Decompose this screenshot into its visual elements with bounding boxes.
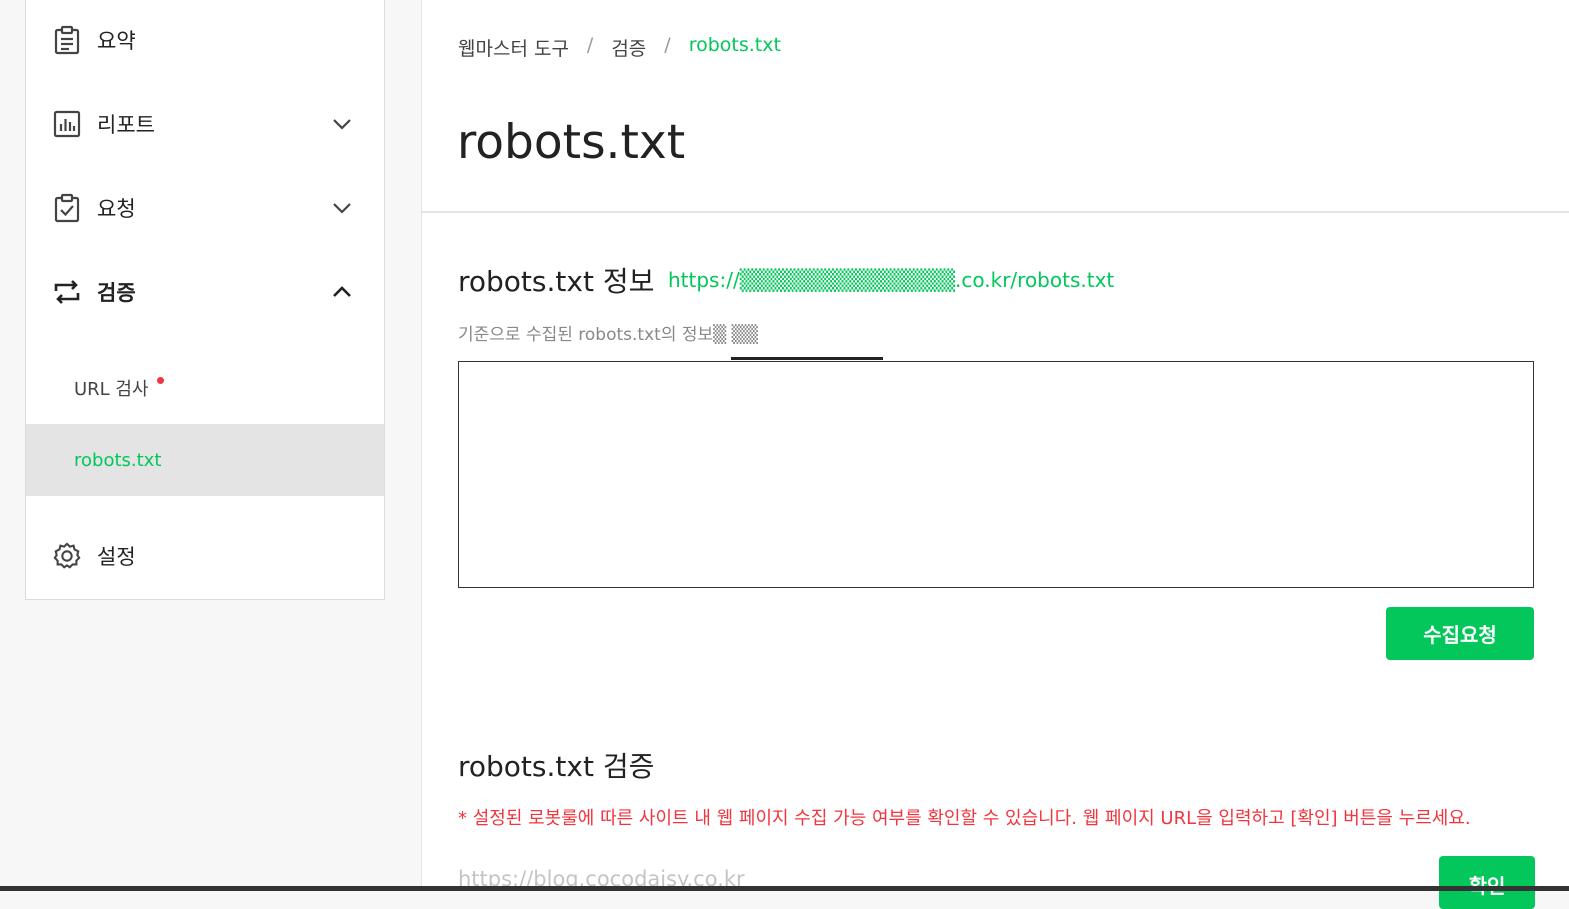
- breadcrumb: 웹마스터 도구 / 검증 / robots.txt: [458, 34, 781, 61]
- verify-notice: * 설정된 로봇룰에 따른 사이트 내 웹 페이지 수집 가능 여부를 확인할 …: [458, 808, 1471, 829]
- nav-label-report: 리포트: [97, 113, 155, 137]
- chevron-up-icon: [330, 280, 354, 304]
- main-content: 웹마스터 도구 / 검증 / robots.txt robots.txt rob…: [421, 0, 1569, 909]
- nav-label-settings: 설정: [97, 545, 136, 569]
- nav-label-summary: 요약: [97, 29, 136, 53]
- sub-label-robots: robots.txt: [74, 449, 162, 471]
- chevron-down-icon: [330, 112, 354, 136]
- verify-section-title: robots.txt 검증: [458, 750, 655, 783]
- breadcrumb-separator: /: [586, 34, 594, 56]
- clipboard-check-icon: [52, 193, 82, 223]
- chevron-down-icon: [330, 196, 354, 220]
- nav-item-verify[interactable]: 검증: [26, 250, 384, 334]
- nav-label-request: 요청: [97, 197, 136, 221]
- sub-item-robots[interactable]: robots.txt: [26, 424, 384, 496]
- bottom-bar: [0, 886, 1569, 891]
- sidebar: 요약 리포트 요청 검증 URL 검사 robots.txt 설정: [25, 0, 385, 600]
- nav-item-request[interactable]: 요청: [26, 166, 384, 250]
- robots-url-link[interactable]: https://▒▒▒▒▒▒▒▒▒▒▒▒▒▒.co.kr/robots.txt: [668, 268, 1114, 292]
- sub-item-url-inspect[interactable]: URL 검사: [26, 352, 384, 424]
- header-divider: [422, 211, 1569, 213]
- nav-item-report[interactable]: 리포트: [26, 82, 384, 166]
- breadcrumb-item-webmaster[interactable]: 웹마스터 도구: [458, 34, 569, 61]
- info-section-desc: 기준으로 수집된 robots.txt의 정보▒ ▒▒: [458, 325, 758, 345]
- sub-label-url-inspect: URL 검사: [74, 379, 149, 400]
- tab-underline: [731, 357, 883, 360]
- breadcrumb-item-current: robots.txt: [688, 34, 781, 56]
- repeat-icon: [52, 277, 82, 307]
- info-section-title: robots.txt 정보: [458, 265, 655, 298]
- confirm-button[interactable]: 확인: [1439, 856, 1535, 909]
- robots-content-box: [458, 361, 1534, 588]
- clipboard-icon: [52, 25, 82, 55]
- collect-request-button[interactable]: 수집요청: [1386, 607, 1534, 660]
- new-badge-dot: [157, 377, 164, 384]
- breadcrumb-separator: /: [664, 34, 671, 56]
- nav-label-verify: 검증: [97, 281, 136, 305]
- nav-item-settings[interactable]: 설정: [26, 514, 384, 598]
- page-title: robots.txt: [457, 115, 686, 170]
- chart-icon: [52, 109, 82, 139]
- nav-item-summary[interactable]: 요약: [26, 0, 384, 82]
- breadcrumb-item-verify[interactable]: 검증: [611, 34, 646, 61]
- gear-icon: [52, 541, 82, 571]
